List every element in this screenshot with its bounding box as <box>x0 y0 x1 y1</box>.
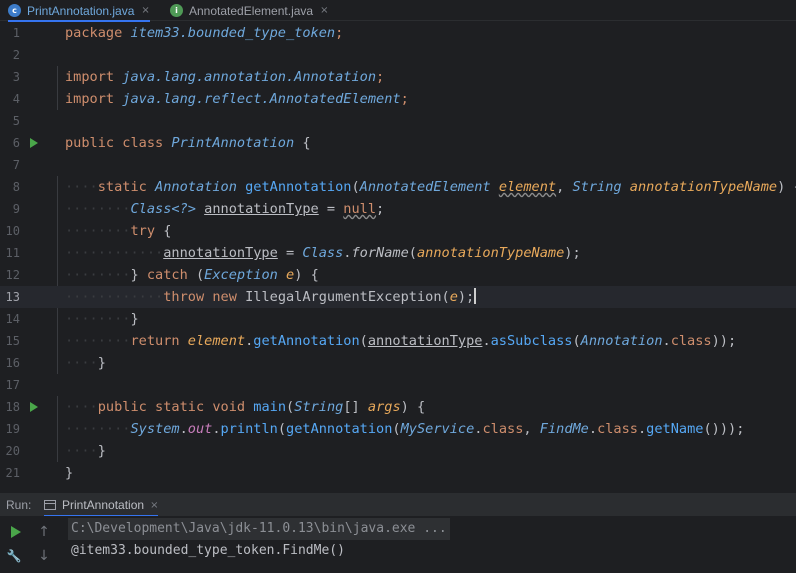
line-number: 21 <box>5 466 20 480</box>
code-text: import java.lang.reflect.AnnotatedElemen… <box>65 91 409 107</box>
line-number: 10 <box>5 224 20 238</box>
run-console[interactable]: C:\Development\Java\jdk-11.0.13\bin\java… <box>58 516 796 573</box>
line-number: 1 <box>12 26 20 40</box>
scroll-up-button[interactable]: ↑ <box>36 524 52 540</box>
code-editor[interactable]: 1 package item33.bounded_type_token; 2 3… <box>0 22 796 488</box>
run-tab-label: PrintAnnotation <box>62 498 145 512</box>
line-number: 17 <box>5 378 20 392</box>
code-line-current: 13 ············throw new IllegalArgument… <box>0 286 796 308</box>
line-number: 14 <box>5 312 20 326</box>
code-line: 1 package item33.bounded_type_token; <box>0 22 796 44</box>
code-text: ········System.out.println(getAnnotation… <box>65 421 745 437</box>
code-line: 12 ········} catch (Exception e) { <box>0 264 796 286</box>
play-icon <box>11 526 21 538</box>
line-number: 19 <box>5 422 20 436</box>
line-number: 15 <box>5 334 20 348</box>
line-number: 6 <box>12 136 20 150</box>
tab-print-annotation[interactable]: c PrintAnnotation.java × <box>8 0 150 22</box>
arrow-up-icon: ↑ <box>38 524 50 540</box>
code-text: } <box>65 465 74 481</box>
run-main-gutter-icon[interactable] <box>30 402 38 412</box>
code-text: ········try { <box>65 223 172 239</box>
line-number: 13 <box>5 290 20 304</box>
code-line: 17 <box>0 374 796 396</box>
text-caret <box>474 288 477 304</box>
code-line: 3 import java.lang.annotation.Annotation… <box>0 66 796 88</box>
run-toolbar: ↑ 🔧 ↓ <box>0 516 58 573</box>
scroll-down-button[interactable]: ↓ <box>36 548 52 564</box>
code-text: ····} <box>65 443 106 459</box>
close-tab-icon[interactable]: × <box>141 5 149 16</box>
code-line: 20 ····} <box>0 440 796 462</box>
line-number: 5 <box>12 114 20 128</box>
code-text: ············annotationType = Class.forNa… <box>65 245 581 261</box>
code-line: 14 ········} <box>0 308 796 330</box>
code-text: ············throw new IllegalArgumentExc… <box>65 288 477 305</box>
code-line: 5 <box>0 110 796 132</box>
line-number: 12 <box>5 268 20 282</box>
line-number: 4 <box>12 92 20 106</box>
run-class-gutter-icon[interactable] <box>30 138 38 148</box>
code-text: public class PrintAnnotation { <box>65 135 311 151</box>
console-icon <box>44 500 56 510</box>
code-line: 10 ········try { <box>0 220 796 242</box>
code-text: ····public static void main(String[] arg… <box>65 399 426 415</box>
class-icon: c <box>8 4 21 17</box>
line-number: 3 <box>12 70 20 84</box>
code-text: ········} catch (Exception e) { <box>65 267 319 283</box>
line-number: 7 <box>12 158 20 172</box>
arrow-down-icon: ↓ <box>38 548 50 564</box>
code-text: ····static Annotation getAnnotation(Anno… <box>65 179 796 195</box>
rerun-button[interactable] <box>8 524 24 540</box>
code-text: package item33.bounded_type_token; <box>65 25 344 41</box>
code-text: ········return element.getAnnotation(ann… <box>65 333 737 349</box>
line-number: 2 <box>12 48 20 62</box>
wrench-icon: 🔧 <box>6 549 22 563</box>
run-config-tab[interactable]: PrintAnnotation × <box>44 493 159 517</box>
code-text: import java.lang.annotation.Annotation; <box>65 69 385 85</box>
code-line: 2 <box>0 44 796 66</box>
close-run-tab-icon[interactable]: × <box>150 500 158 511</box>
console-command-line[interactable]: C:\Development\Java\jdk-11.0.13\bin\java… <box>68 518 450 540</box>
code-text: ········Class<?> annotationType = null; <box>65 201 385 217</box>
code-line: 19 ········System.out.println(getAnnotat… <box>0 418 796 440</box>
code-line: 8 ····static Annotation getAnnotation(An… <box>0 176 796 198</box>
code-line: 15 ········return element.getAnnotation(… <box>0 330 796 352</box>
line-number: 9 <box>12 202 20 216</box>
tab-label: PrintAnnotation.java <box>27 3 135 18</box>
tab-annotated-element[interactable]: i AnnotatedElement.java × <box>170 0 328 21</box>
interface-icon: i <box>170 4 183 17</box>
code-line: 6 public class PrintAnnotation { <box>0 132 796 154</box>
line-number: 8 <box>12 180 20 194</box>
tab-label: AnnotatedElement.java <box>189 3 314 18</box>
code-line: 16 ····} <box>0 352 796 374</box>
line-number: 18 <box>5 400 20 414</box>
code-line: 18 ····public static void main(String[] … <box>0 396 796 418</box>
settings-button[interactable]: 🔧 <box>6 548 22 564</box>
run-label: Run: <box>6 498 32 512</box>
code-line: 9 ········Class<?> annotationType = null… <box>0 198 796 220</box>
code-text: ········} <box>65 311 139 327</box>
code-line: 4 import java.lang.reflect.AnnotatedElem… <box>0 88 796 110</box>
line-number: 20 <box>5 444 20 458</box>
run-panel-header: Run: PrintAnnotation × <box>0 492 796 517</box>
console-output: @item33.bounded_type_token.FindMe() <box>71 543 345 558</box>
line-number: 16 <box>5 356 20 370</box>
code-line: 11 ············annotationType = Class.fo… <box>0 242 796 264</box>
code-text: ····} <box>65 355 106 371</box>
code-line: 7 <box>0 154 796 176</box>
code-line: 21 } <box>0 462 796 484</box>
close-tab-icon[interactable]: × <box>320 5 328 16</box>
editor-tab-bar: c PrintAnnotation.java × i AnnotatedElem… <box>0 0 796 22</box>
line-number: 11 <box>5 246 20 260</box>
